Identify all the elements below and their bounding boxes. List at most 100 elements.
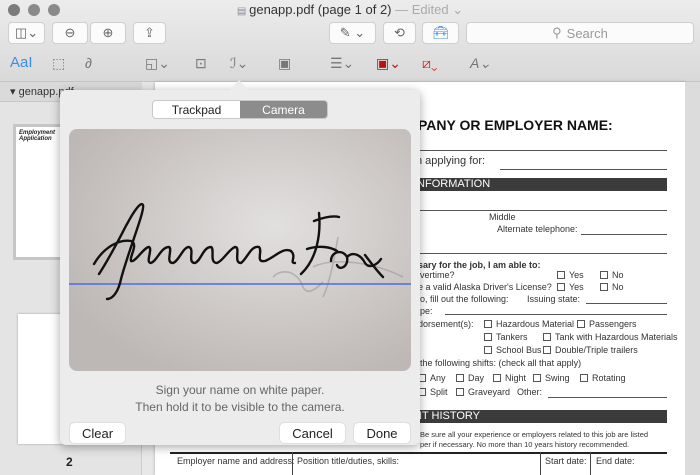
edited-indicator[interactable]: — Edited ⌄ bbox=[395, 2, 463, 17]
able-to-label: sary for the job, I am able to: bbox=[418, 260, 541, 270]
zoom-out-button[interactable]: ⊖ bbox=[52, 22, 88, 44]
title-filename: genapp.pdf (page 1 of 2) bbox=[249, 2, 392, 17]
no-label: No bbox=[612, 270, 624, 280]
shapes-tool[interactable]: ◱⌄ bbox=[145, 55, 170, 72]
share-icon: ⇪ bbox=[144, 25, 155, 40]
section-information: INFORMATION bbox=[410, 178, 667, 191]
shift-option: Any bbox=[430, 373, 446, 383]
window-title: ▤ genapp.pdf (page 1 of 2) — Edited ⌄ bbox=[0, 2, 700, 18]
border-color-tool[interactable]: ▣⌄ bbox=[376, 55, 401, 72]
document-background bbox=[685, 82, 700, 475]
toolbox-icon: 🧰︎ bbox=[432, 25, 449, 40]
sidebar-icon: ◫⌄ bbox=[14, 25, 39, 40]
shift-checkbox[interactable] bbox=[580, 374, 588, 382]
search-field[interactable]: ⚲ Search bbox=[466, 22, 694, 44]
signature-stroke bbox=[92, 202, 385, 301]
zoom-in-button[interactable]: ⊕ bbox=[90, 22, 126, 44]
fill-color-tool[interactable]: ⧄⌄ bbox=[422, 55, 438, 72]
license-yes-checkbox[interactable] bbox=[557, 283, 565, 291]
signature-tool[interactable]: ℐ⌄ bbox=[230, 55, 248, 72]
shift-option: Night bbox=[505, 373, 527, 383]
shift-checkbox[interactable] bbox=[456, 388, 464, 396]
history-note-2: per if necessary. No more than 10 years … bbox=[420, 440, 630, 449]
endorsement-option: Double/Triple trailers bbox=[555, 345, 638, 355]
thumbnail-title: Employment Application bbox=[19, 130, 56, 142]
page-number-label: 2 bbox=[66, 455, 73, 469]
cancel-button[interactable]: Cancel bbox=[280, 423, 345, 443]
endorsement-option: Tank with Hazardous Materials bbox=[555, 332, 678, 342]
shifts-label: the following shifts: (check all that ap… bbox=[420, 358, 582, 368]
sidebar-toggle-button[interactable]: ◫⌄ bbox=[8, 22, 45, 44]
no-label: No bbox=[612, 282, 624, 292]
signature-instructions: Sign your name on white paper. Then hold… bbox=[60, 382, 420, 416]
table-header: Employer name and address: bbox=[177, 456, 295, 466]
signature-popover: Trackpad Camera Sign your name on white … bbox=[60, 80, 420, 445]
shift-option: Swing bbox=[545, 373, 570, 383]
disclosure-triangle-icon[interactable]: ▾ bbox=[10, 86, 19, 98]
font-tool[interactable]: A⌄ bbox=[470, 55, 491, 72]
rotate-button[interactable]: ⟲ bbox=[383, 22, 416, 44]
window-toolbar: ▤ genapp.pdf (page 1 of 2) — Edited ⌄ ◫⌄… bbox=[0, 0, 700, 82]
endorsement-checkbox[interactable] bbox=[543, 346, 551, 354]
yes-label: Yes bbox=[569, 270, 584, 280]
shift-option: Split bbox=[430, 387, 448, 397]
issuing-state-label: Issuing state: bbox=[527, 294, 581, 304]
clear-button[interactable]: Clear bbox=[70, 423, 125, 443]
section-employment-history: NT HISTORY bbox=[410, 410, 667, 423]
shift-checkbox[interactable] bbox=[493, 374, 501, 382]
line-style-tool[interactable]: ☰⌄ bbox=[330, 55, 354, 72]
endorsement-checkbox[interactable] bbox=[577, 320, 585, 328]
sketch-tool[interactable]: ∂ bbox=[85, 55, 92, 71]
hint-line-1: Sign your name on white paper. bbox=[155, 383, 325, 397]
share-button[interactable]: ⇪ bbox=[133, 22, 166, 44]
table-header: Start date: bbox=[545, 456, 587, 466]
table-header: Position title/duties, skills: bbox=[297, 456, 400, 466]
tab-camera[interactable]: Camera bbox=[240, 101, 327, 118]
rect-selection-tool[interactable]: ⬚ bbox=[52, 55, 65, 72]
text-tool[interactable]: ⊡ bbox=[195, 55, 207, 72]
endorsement-checkbox[interactable] bbox=[484, 346, 492, 354]
license-label: e a valid Alaska Driver's License? bbox=[418, 282, 552, 292]
overtime-yes-checkbox[interactable] bbox=[557, 271, 565, 279]
pdf-file-icon: ▤ bbox=[236, 6, 250, 17]
table-header: End date: bbox=[596, 456, 635, 466]
endorsement-checkbox[interactable] bbox=[543, 333, 551, 341]
yes-label: Yes bbox=[569, 282, 584, 292]
pen-icon: ✎ ⌄ bbox=[339, 25, 366, 40]
zoom-in-icon: ⊕ bbox=[102, 25, 114, 40]
zoom-out-icon: ⊖ bbox=[64, 25, 76, 40]
shift-option: Graveyard bbox=[468, 387, 511, 397]
overtime-no-checkbox[interactable] bbox=[600, 271, 608, 279]
shift-option: Rotating bbox=[592, 373, 626, 383]
endorsement-label: dorsement(s): bbox=[418, 319, 474, 329]
other-label: Other: bbox=[517, 387, 543, 397]
endorsement-checkbox[interactable] bbox=[484, 333, 492, 341]
done-button[interactable]: Done bbox=[354, 423, 410, 443]
tab-trackpad[interactable]: Trackpad bbox=[153, 101, 240, 118]
history-note-1: Be sure all your experience or employers… bbox=[420, 430, 649, 439]
signature-capture bbox=[69, 202, 411, 301]
license-no-checkbox[interactable] bbox=[600, 283, 608, 291]
shift-checkbox[interactable] bbox=[456, 374, 464, 382]
text-selection-tool[interactable]: AaI bbox=[10, 54, 33, 71]
search-icon: ⚲ bbox=[552, 25, 562, 40]
middle-label: Middle bbox=[489, 212, 516, 222]
shift-checkbox[interactable] bbox=[533, 374, 541, 382]
note-tool[interactable]: ▣ bbox=[278, 55, 291, 72]
endorsement-option: Tankers bbox=[496, 332, 528, 342]
applying-for-label: n applying for: bbox=[416, 155, 486, 167]
endorsement-option: School Bus bbox=[496, 345, 542, 355]
hint-line-2: Then hold it to be visible to the camera… bbox=[135, 400, 345, 414]
type-label: pe: bbox=[420, 306, 433, 316]
shift-option: Day bbox=[468, 373, 485, 383]
camera-preview bbox=[69, 129, 411, 371]
signature-source-tabs: Trackpad Camera bbox=[152, 100, 328, 119]
endorsement-option: Hazardous Material bbox=[496, 319, 575, 329]
alt-phone-label: Alternate telephone: bbox=[497, 224, 578, 234]
fill-out-label: o, fill out the following: bbox=[420, 294, 509, 304]
search-placeholder: Search bbox=[566, 25, 608, 41]
endorsement-checkbox[interactable] bbox=[484, 320, 492, 328]
markup-toolbar-button[interactable]: 🧰︎ bbox=[422, 22, 459, 44]
rotate-icon: ⟲ bbox=[394, 25, 405, 40]
markup-pen-button[interactable]: ✎ ⌄ bbox=[329, 22, 376, 44]
